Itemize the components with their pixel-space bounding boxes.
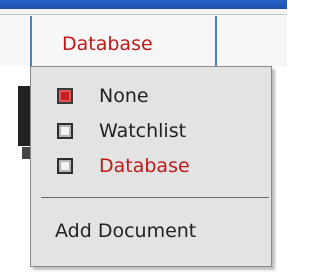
background-edge-mark (18, 86, 30, 146)
menu-item-label: Watchlist (99, 120, 187, 142)
background-edge-mark-lower (22, 147, 30, 159)
screen: Database None Watchlist Database Add Doc… (0, 0, 287, 272)
menu-item-database[interactable]: Database (41, 149, 269, 183)
add-document-menu-item[interactable]: Add Document (41, 213, 269, 249)
database-tab-button[interactable]: Database (38, 26, 208, 62)
menu-item-watchlist[interactable]: Watchlist (41, 114, 269, 148)
toolbar-separator-left (30, 16, 32, 66)
menu-divider (41, 197, 269, 198)
menu-item-none[interactable]: None (41, 79, 269, 113)
checkbox-empty-icon (57, 123, 73, 139)
checkbox-checked-icon (57, 88, 73, 104)
menu-item-label: Database (99, 155, 190, 177)
checkbox-empty-icon (57, 158, 73, 174)
toolbar-separator-right (215, 16, 217, 66)
window-title-bar (0, 0, 287, 9)
menu-item-label: None (99, 85, 149, 107)
dropdown-menu: None Watchlist Database Add Document (30, 66, 272, 267)
